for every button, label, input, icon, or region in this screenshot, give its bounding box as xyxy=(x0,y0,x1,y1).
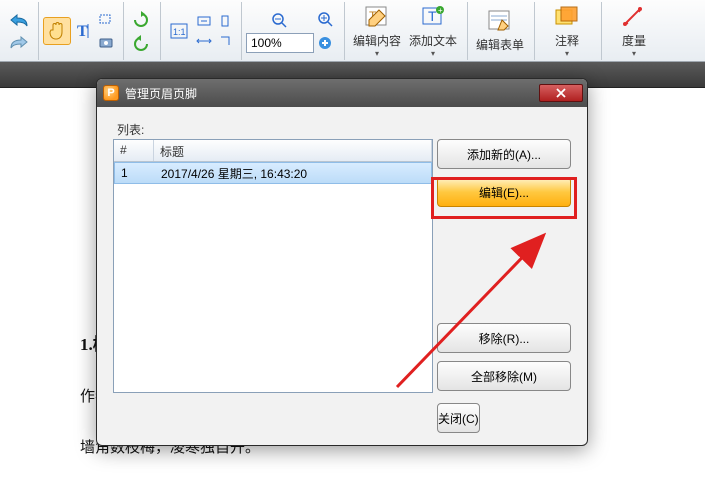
edit-content-button[interactable]: T 编辑内容 ▾ xyxy=(349,1,405,61)
text-select-button[interactable]: T xyxy=(71,17,95,45)
dropdown-icon: ▾ xyxy=(375,49,379,58)
header-footer-list[interactable]: # 标题 1 2017/4/26 星期三, 16:43:20 xyxy=(113,139,433,393)
edit-content-label: 编辑内容 xyxy=(353,32,401,49)
remove-button[interactable]: 移除(R)... xyxy=(437,323,571,353)
svg-text:+: + xyxy=(438,6,443,15)
zoom-plus-button[interactable] xyxy=(314,32,338,54)
dialog-close-x-button[interactable] xyxy=(539,84,583,102)
edit-button[interactable]: 编辑(E)... xyxy=(437,177,571,207)
header-footer-dialog: P 管理页眉页脚 列表: # 标题 1 2017/4/26 星期三, 16:43… xyxy=(96,78,588,446)
actual-size-button[interactable]: 1:1 xyxy=(165,18,193,44)
dropdown-icon: ▾ xyxy=(565,49,569,58)
rotate-right-button[interactable] xyxy=(128,32,154,54)
main-toolbar: T 1:1 xyxy=(0,0,705,62)
fit-visible-button[interactable] xyxy=(215,32,235,50)
column-number[interactable]: # xyxy=(114,140,154,161)
remove-all-button[interactable]: 全部移除(M) xyxy=(437,361,571,391)
column-title[interactable]: 标题 xyxy=(154,140,432,161)
edit-form-label: 编辑表单 xyxy=(476,36,524,53)
fit-height-button[interactable] xyxy=(215,12,235,30)
close-icon xyxy=(555,88,567,98)
redo-button[interactable] xyxy=(6,32,32,52)
edit-form-button[interactable]: 编辑表单 xyxy=(472,5,528,56)
rotate-left-button[interactable] xyxy=(128,8,154,30)
fit-page-button[interactable] xyxy=(193,12,215,30)
undo-button[interactable] xyxy=(6,10,32,30)
zoom-in-button[interactable] xyxy=(314,8,338,30)
row-title: 2017/4/26 星期三, 16:43:20 xyxy=(155,165,313,182)
close-button[interactable]: 关闭(C) xyxy=(437,403,480,433)
add-new-button[interactable]: 添加新的(A)... xyxy=(437,139,571,169)
measure-label: 度量 xyxy=(622,32,646,49)
list-header: # 标题 xyxy=(114,140,432,162)
annotate-label: 注释 xyxy=(555,32,579,49)
snapshot-button[interactable] xyxy=(95,32,117,52)
select-tool-button[interactable] xyxy=(95,10,117,30)
add-text-label: 添加文本 xyxy=(409,32,457,49)
dialog-titlebar[interactable]: P 管理页眉页脚 xyxy=(97,79,587,107)
app-icon: P xyxy=(103,85,119,101)
add-text-button[interactable]: T+ 添加文本 ▾ xyxy=(405,1,461,61)
hand-tool-button[interactable] xyxy=(43,17,71,45)
svg-text:1:1: 1:1 xyxy=(173,27,186,37)
measure-button[interactable]: 度量 ▾ xyxy=(606,1,662,61)
zoom-input[interactable] xyxy=(246,33,314,53)
row-num: 1 xyxy=(115,166,155,180)
zoom-out-button[interactable] xyxy=(246,9,314,31)
fit-width-button[interactable] xyxy=(193,32,215,50)
svg-text:T: T xyxy=(428,8,437,24)
annotate-button[interactable]: 注释 ▾ xyxy=(539,1,595,61)
dropdown-icon: ▾ xyxy=(632,49,636,58)
list-label: 列表: xyxy=(117,121,577,138)
svg-text:T: T xyxy=(77,23,88,40)
dropdown-icon: ▾ xyxy=(431,49,435,58)
list-row[interactable]: 1 2017/4/26 星期三, 16:43:20 xyxy=(114,162,432,184)
dialog-title: 管理页眉页脚 xyxy=(125,85,197,102)
